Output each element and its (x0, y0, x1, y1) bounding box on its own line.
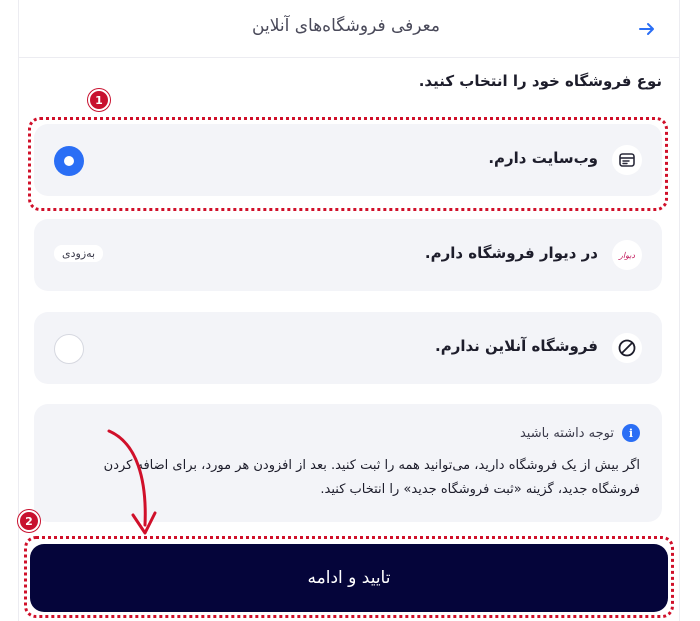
divar-logo-text: دیوار (618, 250, 635, 260)
option-divar-label: در دیوار فروشگاه دارم. (424, 244, 598, 262)
option-website-label: وب‌سایت دارم. (488, 149, 598, 167)
page-title: معرفی فروشگاه‌های آنلاین (252, 16, 440, 36)
prohibited-icon (612, 333, 642, 363)
store-type-prompt: نوع فروشگاه خود را انتخاب کنید. (418, 72, 662, 90)
notice-header: i توجه داشته باشید (520, 424, 640, 442)
option-website-radio[interactable] (54, 146, 84, 176)
header: معرفی فروشگاه‌های آنلاین (18, 0, 680, 58)
arrow-right-icon (639, 23, 654, 35)
option-no-store[interactable]: فروشگاه آنلاین ندارم. (34, 312, 662, 384)
step-marker-1: 1 (88, 89, 110, 111)
step-marker-2: 2 (18, 510, 40, 532)
divar-logo-icon: دیوار (612, 240, 642, 270)
annotation-arrow (107, 429, 157, 535)
info-icon: i (622, 424, 640, 442)
browser-window-icon (612, 145, 642, 175)
back-button[interactable] (632, 14, 662, 44)
option-divar: دیوار در دیوار فروشگاه دارم. به‌زودی (34, 219, 662, 291)
option-no-store-label: فروشگاه آنلاین ندارم. (435, 337, 598, 355)
option-no-store-radio[interactable] (54, 334, 84, 364)
notice-title: توجه داشته باشید (519, 425, 614, 441)
confirm-continue-button[interactable]: تایید و ادامه (30, 544, 668, 612)
coming-soon-badge: به‌زودی (54, 245, 104, 262)
option-website[interactable]: وب‌سایت دارم. (34, 124, 662, 196)
